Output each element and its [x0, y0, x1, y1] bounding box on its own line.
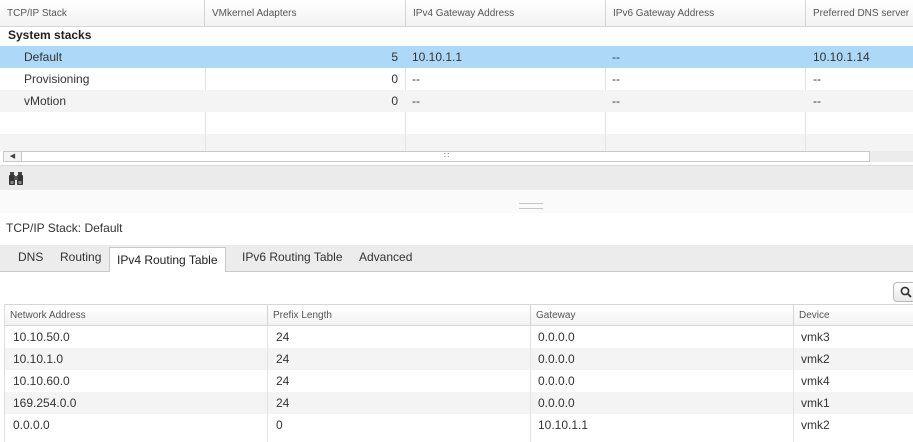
- route-row[interactable]: 10.10.1.0 24 0.0.0.0 vmk2: [5, 348, 913, 370]
- tab-ipv6-routing-table[interactable]: IPv6 Routing Table: [242, 250, 343, 264]
- prefix-length: 0: [276, 418, 283, 432]
- tcpip-stack-grid: TCP/IP Stack VMkernel Adapters IPv4 Gate…: [0, 0, 913, 165]
- ipv6-gateway: --: [612, 50, 620, 64]
- ipv4-gateway: --: [412, 72, 420, 86]
- column-header-preferred-dns[interactable]: Preferred DNS server: [806, 0, 913, 27]
- column-divider: [793, 326, 794, 442]
- stack-row-default[interactable]: Default 5 10.10.1.1 -- 10.10.1.14: [0, 46, 913, 68]
- splitter-grip-icon[interactable]: [519, 203, 543, 209]
- adapter-count: 5: [391, 50, 398, 64]
- column-header-device[interactable]: Device: [794, 305, 913, 326]
- detail-title: TCP/IP Stack: Default: [6, 221, 123, 235]
- route-row[interactable]: 0.0.0.0 0 10.10.1.1 vmk2: [5, 414, 913, 436]
- ipv6-gateway: --: [612, 94, 620, 108]
- detail-tab-bar: DNS Routing IPv4 Routing Table IPv6 Rout…: [0, 245, 913, 272]
- network-address: 10.10.1.0: [13, 352, 64, 366]
- stack-name: Default: [24, 50, 63, 64]
- tab-advanced[interactable]: Advanced: [359, 250, 412, 264]
- empty-row: [0, 134, 913, 151]
- horizontal-scrollbar[interactable]: ◀ ∷: [3, 151, 870, 162]
- device: vmk2: [801, 352, 830, 366]
- route-row[interactable]: 10.10.60.0 24 0.0.0.0 vmk4: [5, 370, 913, 392]
- group-label-system-stacks: System stacks: [8, 28, 92, 42]
- grid-toolbar: [0, 165, 913, 191]
- preferred-dns: --: [813, 94, 821, 108]
- column-header-ipv6-gateway[interactable]: IPv6 Gateway Address: [606, 0, 806, 27]
- device: vmk2: [801, 418, 830, 432]
- preferred-dns: 10.10.1.14: [813, 50, 870, 64]
- column-header-ipv4-gateway[interactable]: IPv4 Gateway Address: [406, 0, 606, 27]
- route-row[interactable]: 169.254.0.0 24 0.0.0.0 vmk1: [5, 392, 913, 414]
- adapter-count: 0: [391, 72, 398, 86]
- prefix-length: 24: [276, 352, 290, 366]
- ipv4-gateway: 10.10.1.1: [412, 50, 463, 64]
- gateway: 0.0.0.0: [538, 396, 575, 410]
- adapter-count: 0: [391, 94, 398, 108]
- scrollbar-track[interactable]: [870, 151, 913, 162]
- column-divider: [530, 326, 531, 442]
- prefix-length: 24: [276, 330, 290, 344]
- stack-name: vMotion: [24, 94, 67, 108]
- route-row[interactable]: 10.10.50.0 24 0.0.0.0 vmk3: [5, 326, 913, 348]
- panel-splitter[interactable]: [0, 190, 913, 213]
- column-header-tcpip-stack[interactable]: TCP/IP Stack: [0, 0, 205, 27]
- column-header-network-address[interactable]: Network Address: [5, 305, 268, 326]
- prefix-length: 24: [276, 396, 290, 410]
- gateway: 0.0.0.0: [538, 374, 575, 388]
- column-header-prefix-length[interactable]: Prefix Length: [268, 305, 531, 326]
- prefix-length: 24: [276, 374, 290, 388]
- stack-name: Provisioning: [24, 72, 90, 86]
- tab-routing[interactable]: Routing: [60, 250, 101, 264]
- stack-row-provisioning[interactable]: Provisioning 0 -- -- --: [0, 68, 913, 90]
- column-divider: [267, 326, 268, 442]
- column-header-vmkernel-adapters[interactable]: VMkernel Adapters: [205, 0, 406, 27]
- binoculars-icon[interactable]: [8, 172, 24, 188]
- network-address: 169.254.0.0: [13, 396, 77, 410]
- stack-row-vmotion[interactable]: vMotion 0 -- -- --: [0, 90, 913, 112]
- search-button[interactable]: [893, 282, 913, 302]
- network-address: 10.10.60.0: [13, 374, 70, 388]
- gateway: 10.10.1.1: [538, 418, 589, 432]
- column-header-gateway[interactable]: Gateway: [531, 305, 794, 326]
- network-address: 10.10.50.0: [13, 330, 70, 344]
- search-icon: [900, 286, 912, 301]
- device: vmk4: [801, 374, 830, 388]
- scroll-left-arrow-icon[interactable]: ◀: [4, 152, 22, 161]
- preferred-dns: --: [813, 72, 821, 86]
- tab-ipv4-routing-table[interactable]: IPv4 Routing Table: [109, 247, 226, 272]
- device: vmk1: [801, 396, 830, 410]
- scrollbar-grip-icon[interactable]: ∷: [444, 151, 449, 160]
- network-address: 0.0.0.0: [13, 418, 50, 432]
- device: vmk3: [801, 330, 830, 344]
- tab-dns[interactable]: DNS: [18, 250, 43, 264]
- gateway: 0.0.0.0: [538, 330, 575, 344]
- ipv4-gateway: --: [412, 94, 420, 108]
- gateway: 0.0.0.0: [538, 352, 575, 366]
- ipv4-routing-table: Network Address Prefix Length Gateway De…: [4, 304, 913, 442]
- ipv6-gateway: --: [612, 72, 620, 86]
